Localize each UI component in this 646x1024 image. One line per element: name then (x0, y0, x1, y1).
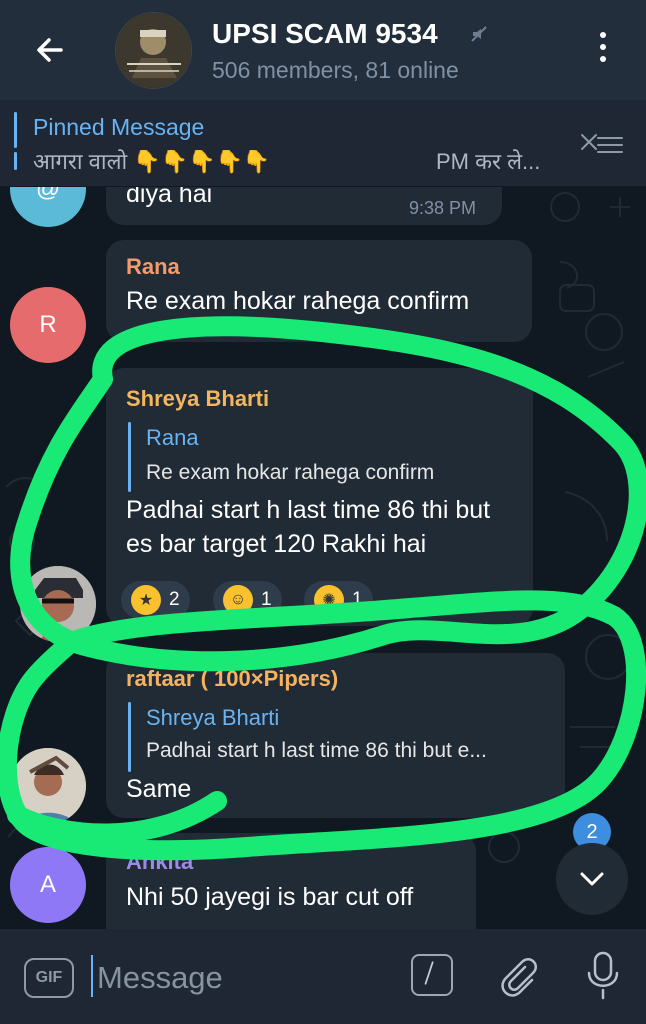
message-text: diya hai (126, 187, 213, 208)
microphone-icon[interactable] (584, 949, 622, 1001)
pinned-message-bar[interactable]: Pinned Message आगरा वालो 👇👇👇👇👇 PM कर ले.… (0, 100, 646, 187)
star-struck-icon: ★ (131, 585, 161, 615)
message-time: 9:38 PM (409, 198, 477, 218)
chevron-down-icon (580, 872, 604, 886)
avatar-letter: A (39, 871, 56, 898)
avatar-letter: @ (35, 187, 61, 202)
sender-name[interactable]: raftaar ( 100×Pipers) (126, 666, 338, 692)
message-text: Nhi 50 jayegi is bar cut off (126, 883, 414, 911)
reply-indicator (128, 702, 131, 772)
reaction-count: 1 (352, 589, 363, 610)
muted-icon (471, 26, 487, 42)
message-input[interactable] (95, 951, 379, 1005)
group-title[interactable]: UPSI SCAM 9534 (212, 18, 438, 50)
avatar[interactable] (20, 566, 96, 642)
avatar[interactable] (10, 748, 86, 824)
pinned-indicator-secondary (14, 152, 17, 170)
message-composer: GIF (0, 929, 646, 1024)
back-arrow-icon[interactable] (30, 30, 70, 70)
group-photo-icon (116, 13, 191, 88)
message-text: Same (126, 775, 192, 803)
avatar[interactable]: A (10, 847, 86, 923)
group-avatar[interactable] (115, 12, 192, 89)
avatar-letter: R (39, 311, 57, 338)
gif-button[interactable]: GIF (24, 958, 74, 998)
sender-name[interactable]: Ankita (126, 849, 193, 875)
chat-history[interactable]: @ diya hai 9:38 PM Rana Re exam hokar ra… (0, 187, 646, 929)
chat-header: UPSI SCAM 9534 506 members, 81 online (0, 0, 646, 100)
message-text: Padhai start h last time 86 thi but es b… (126, 496, 491, 558)
sender-name[interactable]: Shreya Bharti (126, 386, 269, 412)
reaction-star-struck[interactable]: ★ 2 (121, 581, 190, 619)
pinned-message-title: Pinned Message (33, 114, 205, 140)
pinned-indicator (14, 112, 17, 148)
user-photo-icon (20, 566, 96, 642)
pinned-message-preview: आगरा वालो 👇👇👇👇👇 (33, 149, 271, 174)
reply-sender[interactable]: Shreya Bharti (146, 705, 279, 731)
exploding-head-icon: ✺ (314, 585, 344, 615)
reaction-count: 1 (261, 589, 272, 610)
reaction-exploding-head[interactable]: ✺ 1 (304, 581, 373, 619)
more-options-icon[interactable] (588, 32, 618, 70)
user-photo-icon (10, 748, 86, 824)
pinned-message-trail: PM कर ले... (436, 149, 541, 174)
reply-sender[interactable]: Rana (146, 425, 199, 451)
message-text: Re exam hokar rahega confirm (126, 287, 470, 315)
reply-indicator (128, 422, 131, 492)
avatar[interactable]: R (10, 287, 86, 363)
reaction-grinning[interactable]: ☺ 1 (213, 581, 282, 619)
attachment-icon[interactable] (497, 954, 537, 999)
bot-command-icon[interactable] (411, 954, 453, 996)
sender-name[interactable]: Rana (126, 254, 180, 280)
group-subtitle: 506 members, 81 online (212, 57, 459, 83)
reaction-count: 2 (169, 589, 180, 610)
grinning-face-icon: ☺ (223, 585, 253, 615)
reply-text: Padhai start h last time 86 thi but e... (146, 739, 487, 762)
pinned-list-icon[interactable] (578, 130, 626, 158)
scroll-down-button[interactable] (556, 843, 628, 915)
text-cursor (91, 955, 93, 997)
reply-text: Re exam hokar rahega confirm (146, 461, 435, 484)
